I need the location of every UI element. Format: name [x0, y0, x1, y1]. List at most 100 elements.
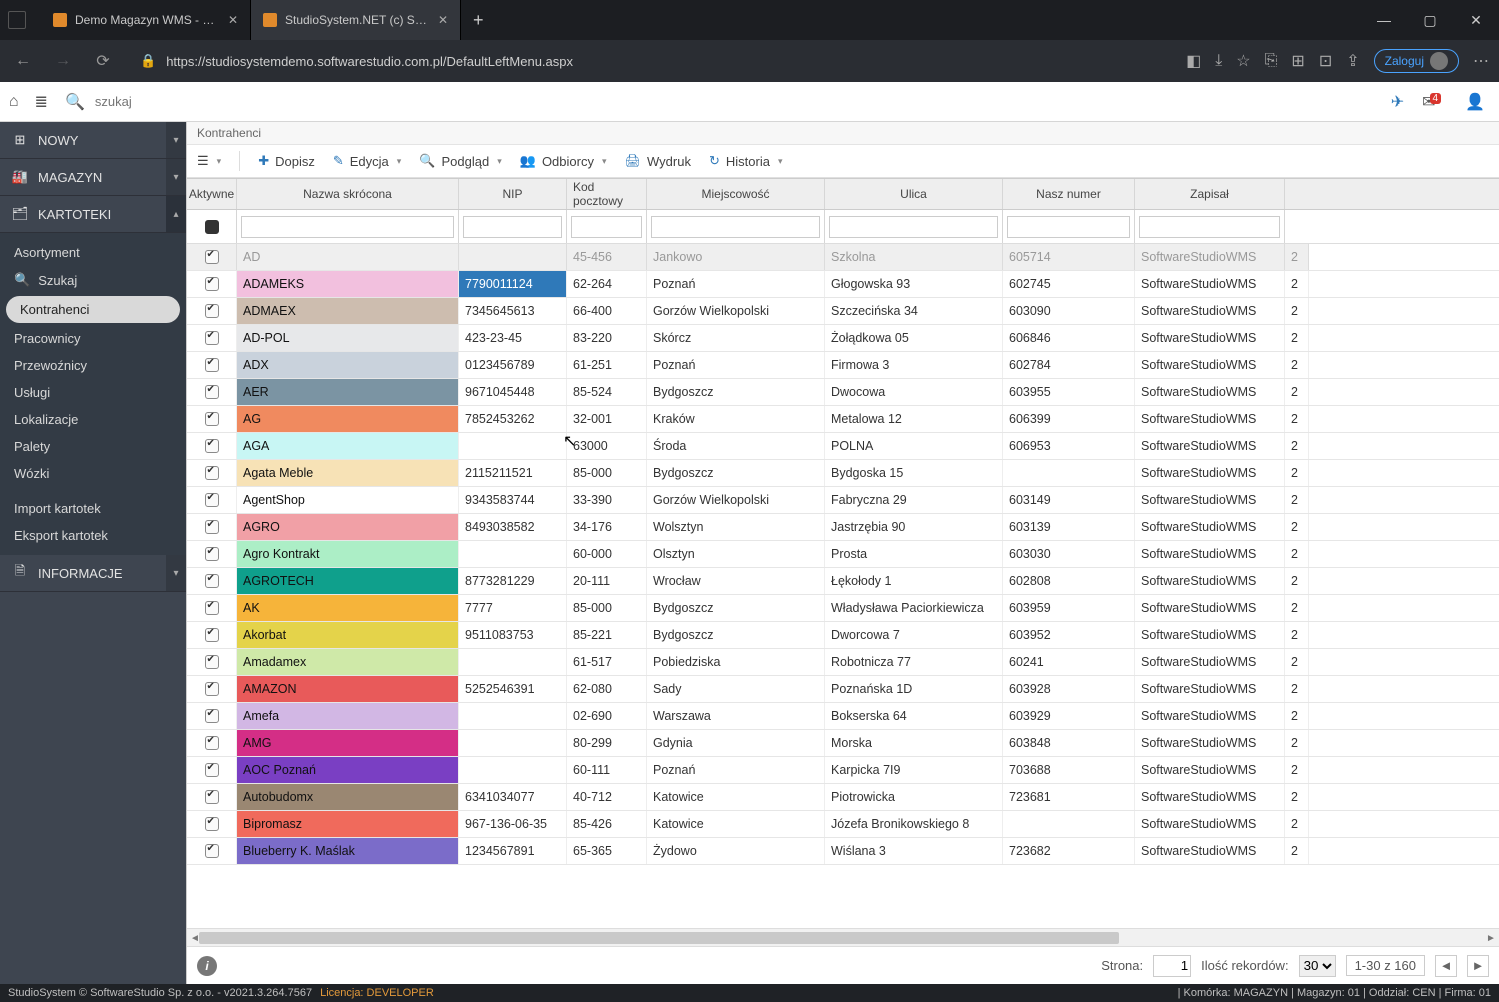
menu-button[interactable]: ☰▾: [197, 153, 221, 169]
table-row[interactable]: AGA63000ŚrodaPOLNA606953SoftwareStudioWM…: [187, 433, 1499, 460]
tracking-icon[interactable]: ◧: [1186, 51, 1201, 71]
app-menu-icon[interactable]: [8, 11, 26, 29]
table-row[interactable]: Akorbat951108375385-221BydgoszczDworcowa…: [187, 622, 1499, 649]
row-checkbox[interactable]: [205, 250, 219, 264]
sidebar-item-przewoznicy[interactable]: Przewoźnicy: [0, 352, 186, 379]
table-row[interactable]: AGROTECH877328122920-111WrocławŁękołody …: [187, 568, 1499, 595]
row-checkbox[interactable]: [205, 412, 219, 426]
user-icon[interactable]: 👤: [1465, 92, 1485, 112]
col-ulica[interactable]: Ulica: [825, 179, 1003, 209]
scroll-thumb[interactable]: [199, 932, 1119, 944]
col-aktywne[interactable]: Aktywne: [187, 179, 237, 209]
dopisz-button[interactable]: ✚Dopisz: [258, 153, 315, 169]
table-row[interactable]: AOC Poznań60-111PoznańKarpicka 7I9703688…: [187, 757, 1499, 784]
row-checkbox[interactable]: [205, 790, 219, 804]
filter-nazwa[interactable]: [241, 216, 454, 238]
table-row[interactable]: AD45-456JankowoSzkolna605714SoftwareStud…: [187, 244, 1499, 271]
table-row[interactable]: AER967104544885-524BydgoszczDwocowa60395…: [187, 379, 1499, 406]
filter-kod[interactable]: [571, 216, 642, 238]
table-row[interactable]: ADAMEKS779001112462-264PoznańGłogowska 9…: [187, 271, 1499, 298]
browser-tab[interactable]: Demo Magazyn WMS - Demo o…✕: [41, 0, 251, 40]
filter-nip[interactable]: [463, 216, 562, 238]
row-checkbox[interactable]: [205, 520, 219, 534]
table-row[interactable]: Bipromasz967-136-06-3585-426KatowiceJóze…: [187, 811, 1499, 838]
next-page-button[interactable]: ►: [1467, 955, 1489, 977]
table-row[interactable]: AMAZON525254639162-080SadyPoznańska 1D60…: [187, 676, 1499, 703]
wydruk-button[interactable]: 🖨Wydruk: [625, 153, 691, 169]
table-row[interactable]: ADMAEX734564561366-400Gorzów Wielkopolsk…: [187, 298, 1499, 325]
row-checkbox[interactable]: [205, 709, 219, 723]
horizontal-scrollbar[interactable]: ◄ ►: [187, 928, 1499, 946]
back-button[interactable]: ←: [10, 48, 36, 74]
extensions-icon[interactable]: ⊡: [1319, 51, 1332, 71]
filter-zapis[interactable]: [1139, 216, 1280, 238]
sidebar-item-import[interactable]: Import kartotek: [0, 495, 186, 522]
new-tab-button[interactable]: +: [461, 0, 496, 40]
home-icon[interactable]: ⌂: [6, 93, 22, 111]
row-checkbox[interactable]: [205, 358, 219, 372]
row-checkbox[interactable]: [205, 682, 219, 696]
row-checkbox[interactable]: [205, 547, 219, 561]
row-checkbox[interactable]: [205, 331, 219, 345]
col-nip[interactable]: NIP: [459, 179, 567, 209]
maximize-button[interactable]: ▢: [1407, 0, 1453, 40]
collections-icon[interactable]: ⊞: [1291, 51, 1304, 71]
sidebar-item-palety[interactable]: Palety: [0, 433, 186, 460]
row-checkbox[interactable]: [205, 385, 219, 399]
search-input[interactable]: [93, 93, 273, 110]
row-checkbox[interactable]: [205, 493, 219, 507]
share-icon[interactable]: ⇪: [1346, 51, 1359, 71]
row-checkbox[interactable]: [205, 601, 219, 615]
info-icon[interactable]: i: [197, 956, 217, 976]
sidebar-section-kartoteki[interactable]: 🗂 KARTOTEKI ▴: [0, 196, 186, 233]
minimize-button[interactable]: —: [1361, 0, 1407, 40]
export-icon[interactable]: ✈: [1391, 92, 1404, 112]
edycja-button[interactable]: ✎Edycja▾: [333, 153, 401, 169]
refresh-button[interactable]: ⟳: [90, 48, 116, 74]
mail-icon[interactable]: ✉4: [1422, 92, 1447, 112]
row-checkbox[interactable]: [205, 763, 219, 777]
table-row[interactable]: Agro Kontrakt60-000OlsztynProsta603030So…: [187, 541, 1499, 568]
historia-button[interactable]: ↻Historia▾: [709, 153, 783, 169]
row-checkbox[interactable]: [205, 655, 219, 669]
page-size-select[interactable]: 30: [1299, 955, 1336, 977]
close-tab-icon[interactable]: ✕: [228, 13, 238, 27]
sidebar-item-lokalizacje[interactable]: Lokalizacje: [0, 406, 186, 433]
col-miejsc[interactable]: Miejscowość: [647, 179, 825, 209]
page-input[interactable]: [1153, 955, 1191, 977]
more-menu-icon[interactable]: ⋯: [1473, 51, 1489, 71]
row-checkbox[interactable]: [205, 844, 219, 858]
row-checkbox[interactable]: [205, 628, 219, 642]
app-search[interactable]: 🔍: [55, 88, 230, 116]
table-row[interactable]: Amefa02-690WarszawaBokserska 64603929Sof…: [187, 703, 1499, 730]
row-checkbox[interactable]: [205, 466, 219, 480]
favorite-icon[interactable]: ☆: [1236, 51, 1250, 71]
address-bar[interactable]: 🔒 https://studiosystemdemo.softwarestudi…: [130, 47, 1172, 75]
close-window-button[interactable]: ✕: [1453, 0, 1499, 40]
sidebar-section-informacje[interactable]: 🗎 INFORMACJE ▾: [0, 555, 186, 592]
row-checkbox[interactable]: [205, 574, 219, 588]
table-row[interactable]: AGRO849303858234-176WolsztynJastrzębia 9…: [187, 514, 1499, 541]
prev-page-button[interactable]: ◄: [1435, 955, 1457, 977]
close-tab-icon[interactable]: ✕: [438, 13, 448, 27]
podglad-button[interactable]: 🔍Podgląd▾: [419, 153, 501, 169]
browser-tab[interactable]: StudioSystem.NET (c) SoftwareSt…✕: [251, 0, 461, 40]
filter-ulica[interactable]: [829, 216, 998, 238]
col-kod[interactable]: Kod pocztowy: [567, 179, 647, 209]
table-row[interactable]: Agata Meble211521152185-000BydgoszczBydg…: [187, 460, 1499, 487]
row-checkbox[interactable]: [205, 439, 219, 453]
odbiorcy-button[interactable]: 👥Odbiorcy▾: [520, 153, 607, 169]
sidebar-item-eksport[interactable]: Eksport kartotek: [0, 522, 186, 549]
sidebar-item-kontrahenci[interactable]: Kontrahenci: [6, 296, 180, 323]
sidebar-item-wozki[interactable]: Wózki: [0, 460, 186, 487]
table-row[interactable]: AG785245326232-001KrakówMetalowa 1260639…: [187, 406, 1499, 433]
sidebar-item-asortyment[interactable]: Asortyment: [0, 239, 186, 266]
table-row[interactable]: Amadamex61-517PobiedziskaRobotnicza 7760…: [187, 649, 1499, 676]
enter-icon[interactable]: ⤓: [1215, 52, 1222, 70]
filter-naszn[interactable]: [1007, 216, 1130, 238]
table-row[interactable]: ADX012345678961-251PoznańFirmowa 3602784…: [187, 352, 1499, 379]
scroll-right-icon[interactable]: ►: [1483, 929, 1499, 946]
login-button[interactable]: Zaloguj: [1374, 49, 1459, 73]
row-checkbox[interactable]: [205, 817, 219, 831]
filter-checkbox[interactable]: [205, 220, 219, 234]
